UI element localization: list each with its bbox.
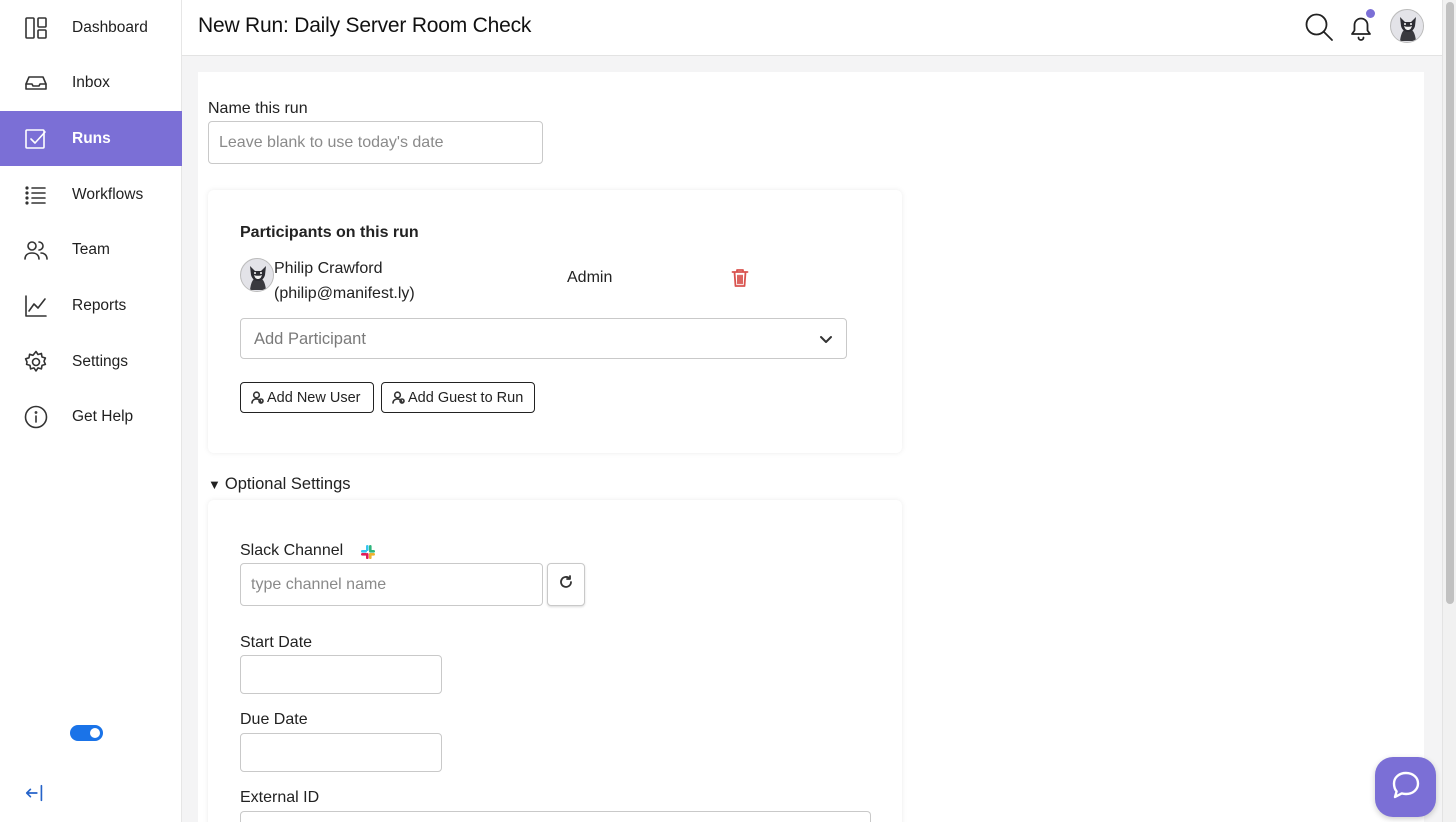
add-new-user-label: Add New User: [267, 389, 361, 406]
sidebar-item-workflows[interactable]: Workflows: [0, 167, 182, 222]
start-date-label: Start Date: [240, 634, 313, 651]
info-icon: [24, 405, 48, 429]
help-chat-button[interactable]: [1375, 757, 1436, 817]
participant-name: Philip Crawford (philip@manifest.ly): [274, 256, 474, 306]
sidebar-item-label: Workflows: [72, 185, 144, 203]
toggle-knob: [90, 728, 100, 738]
sidebar-item-label: Runs: [72, 129, 111, 147]
due-date-label: Due Date: [240, 711, 308, 728]
due-date-input[interactable]: [240, 733, 442, 772]
collapse-arrow-icon: [24, 784, 46, 808]
add-guest-icon: [392, 391, 405, 404]
participant-role: Admin: [567, 269, 613, 286]
triangle-down-icon: ▼: [208, 477, 221, 492]
participants-title: Participants on this run: [240, 224, 419, 241]
participant-email: (philip@manifest.ly): [274, 285, 415, 302]
slack-channel-label: Slack Channel: [240, 542, 344, 559]
inbox-icon: [24, 71, 48, 95]
bell-icon: [1346, 17, 1376, 46]
search-icon: [1304, 13, 1334, 46]
refresh-channels-button[interactable]: [547, 563, 585, 606]
scrollbar-thumb[interactable]: [1446, 2, 1454, 604]
sidebar-item-settings[interactable]: Settings: [0, 334, 182, 389]
sidebar-item-dashboard[interactable]: Dashboard: [0, 0, 182, 55]
runs-checkbox-icon: [24, 127, 48, 151]
list-icon: [24, 183, 48, 207]
sidebar-item-runs[interactable]: Runs: [0, 111, 182, 166]
search-button[interactable]: [1304, 12, 1334, 42]
external-id-label: External ID: [240, 789, 320, 806]
gear-icon: [24, 350, 48, 374]
chevron-down-icon: [818, 331, 834, 347]
top-header: New Run: Daily Server Room Check: [182, 0, 1442, 56]
page-title: New Run: Daily Server Room Check: [198, 14, 532, 37]
participant-full-name: Philip Crawford: [274, 260, 383, 277]
sidebar-item-get-help[interactable]: Get Help: [0, 389, 182, 444]
slack-icon: [359, 543, 377, 561]
sidebar-item-label: Dashboard: [72, 18, 148, 36]
add-participant-select[interactable]: Add Participant: [240, 318, 847, 359]
notification-dot: [1366, 9, 1375, 18]
slack-channel-input[interactable]: [240, 563, 543, 606]
add-user-icon: [251, 391, 264, 404]
refresh-icon: [559, 575, 573, 594]
sidebar-item-label: Team: [72, 240, 110, 258]
start-date-input[interactable]: [240, 655, 442, 694]
run-name-input[interactable]: [208, 121, 543, 164]
sidebar-item-label: Get Help: [72, 407, 134, 425]
sidebar-item-inbox[interactable]: Inbox: [0, 55, 182, 110]
optional-settings-label: Optional Settings: [224, 475, 351, 493]
collapse-sidebar-button[interactable]: [24, 782, 48, 804]
sidebar-item-label: Reports: [72, 296, 127, 314]
theme-toggle[interactable]: [70, 725, 103, 741]
page-scrollbar[interactable]: [1442, 0, 1456, 822]
chart-icon: [24, 294, 48, 318]
participants-panel: Participants on this run Philip Crawford…: [208, 190, 902, 453]
notifications-button[interactable]: [1346, 9, 1376, 42]
remove-participant-button[interactable]: [731, 268, 749, 288]
add-guest-button[interactable]: Add Guest to Run: [381, 382, 535, 413]
sidebar-item-team[interactable]: Team: [0, 222, 182, 277]
participant-avatar: [240, 258, 274, 292]
optional-settings-toggle[interactable]: ▼ Optional Settings: [208, 475, 351, 494]
sidebar-item-label: Settings: [72, 352, 129, 370]
chat-bubble-icon: [1390, 769, 1422, 806]
sidebar-item-reports[interactable]: Reports: [0, 278, 182, 333]
add-new-user-button[interactable]: Add New User: [240, 382, 374, 413]
sidebar-item-label: Inbox: [72, 73, 110, 91]
sidebar: Dashboard Inbox Runs Workflows Team Repo…: [0, 0, 182, 822]
user-avatar[interactable]: [1390, 9, 1424, 43]
add-guest-label: Add Guest to Run: [408, 389, 524, 406]
external-id-input[interactable]: [240, 811, 871, 822]
run-name-label: Name this run: [208, 100, 308, 117]
dashboard-icon: [24, 16, 48, 40]
add-participant-placeholder: Add Participant: [254, 330, 366, 348]
team-icon: [24, 238, 48, 262]
trash-icon: [731, 269, 749, 292]
